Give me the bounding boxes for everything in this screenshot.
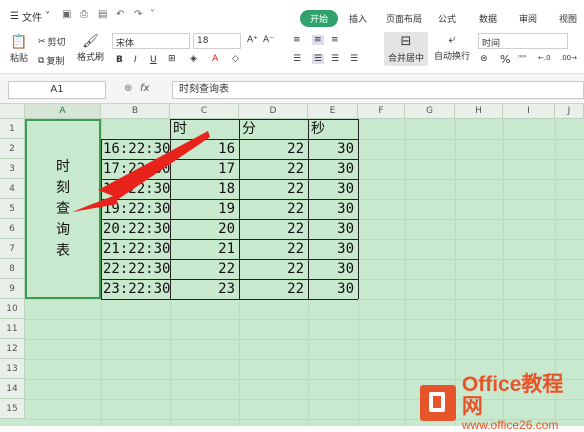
office-logo-icon (420, 385, 456, 421)
watermark-logo: Office教程网 www.office26.com (420, 374, 584, 432)
annotation-arrow (72, 131, 210, 212)
arrow-shape (72, 131, 210, 212)
watermark-url: www.office26.com (461, 418, 559, 432)
watermark-brand: Office教程网 (461, 373, 564, 418)
